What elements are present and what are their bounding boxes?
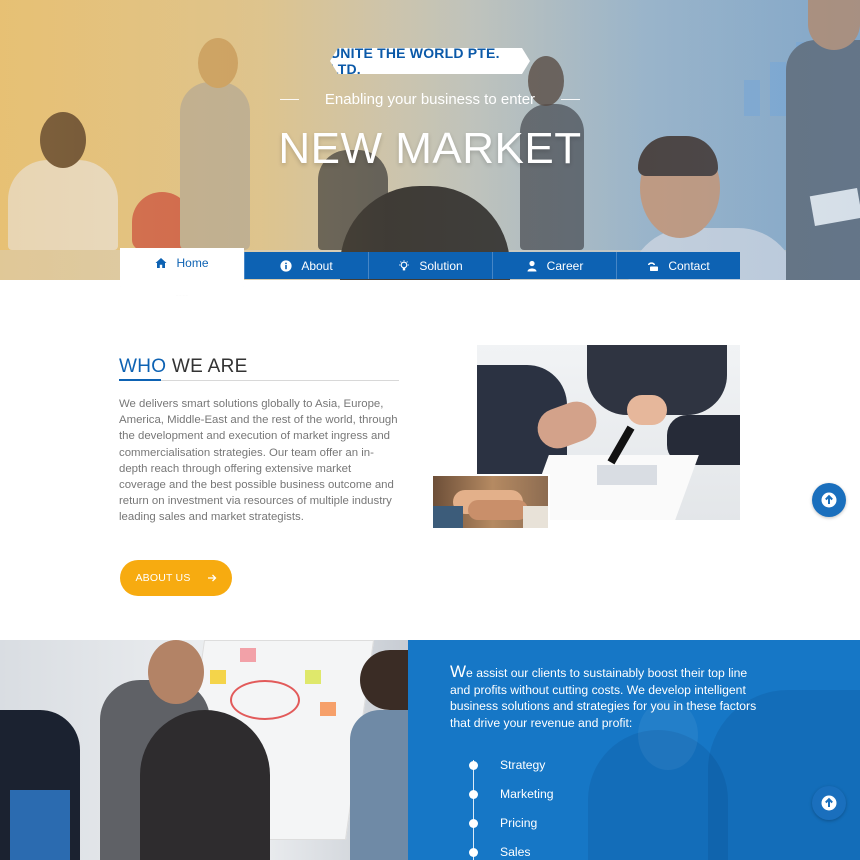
factor-label: Strategy xyxy=(500,758,546,772)
about-us-label: ABOUT US xyxy=(135,572,191,584)
info-icon xyxy=(280,259,292,272)
heading-divider xyxy=(119,380,399,381)
home-icon xyxy=(155,257,167,269)
nav-label: Contact xyxy=(668,258,710,273)
factor-label: Pricing xyxy=(500,816,538,830)
section-heading-who-we-are: WHO WE ARE xyxy=(119,356,248,378)
brand-logo[interactable]: UNITE THE WORLD PTE. LTD. xyxy=(330,48,530,74)
arrow-up-icon xyxy=(821,492,837,508)
assist-panel: We assist our clients to sustainably boo… xyxy=(408,640,860,860)
arrow-right-icon xyxy=(207,574,216,582)
factor-item: Pricing xyxy=(469,816,537,830)
factor-label: Sales xyxy=(500,845,531,859)
whiteboard-photo xyxy=(0,640,408,860)
nav-label: Solution xyxy=(419,258,463,273)
nav-item-solution[interactable]: Solution xyxy=(368,252,492,279)
nav-item-home[interactable]: Home xyxy=(120,248,244,296)
tagline-text: Enabling your business to enter xyxy=(324,90,536,108)
lightbulb-icon xyxy=(398,259,410,272)
heading-accent: WHO xyxy=(119,356,167,377)
bullet-dot xyxy=(469,760,478,770)
hero-title: NEW MARKET xyxy=(278,124,582,173)
factor-item: Marketing xyxy=(469,787,554,801)
bullet-dot xyxy=(469,789,478,799)
arrow-up-icon xyxy=(821,795,837,811)
scroll-top-button[interactable] xyxy=(812,483,846,517)
heading-divider-accent xyxy=(119,379,161,381)
nav-label: Home xyxy=(176,256,209,270)
tagline-divider xyxy=(280,98,299,100)
tagline-divider xyxy=(561,98,580,100)
teamwork-hands-photo xyxy=(431,474,550,530)
bullet-dot xyxy=(469,847,478,857)
nav-item-about[interactable]: About xyxy=(244,252,368,279)
nav-item-career[interactable]: Career xyxy=(492,252,616,279)
user-icon xyxy=(526,260,538,272)
assist-text: We assist our clients to sustainably boo… xyxy=(450,662,770,731)
main-nav: Home About Solution Career Contact xyxy=(120,248,741,296)
nav-label: Career xyxy=(546,258,584,273)
hero-tagline: Enabling your business to enter xyxy=(280,88,580,110)
nav-item-contact[interactable]: Contact xyxy=(616,252,740,279)
assist-drop-letter: W xyxy=(450,662,467,681)
nav-label: About xyxy=(301,258,333,273)
hero-banner: UNITE THE WORLD PTE. LTD. Enabling your … xyxy=(0,0,860,280)
contact-icon xyxy=(647,260,659,272)
about-us-button[interactable]: ABOUT US xyxy=(120,560,232,596)
who-we-are-text: We delivers smart solutions globally to … xyxy=(119,398,398,524)
factor-item: Sales xyxy=(469,845,531,859)
heading-rest: WE ARE xyxy=(166,356,248,377)
scroll-top-button[interactable] xyxy=(812,786,846,820)
bullet-dot xyxy=(469,818,478,828)
assist-text-body: e assist our clients to sustainably boos… xyxy=(450,666,757,730)
factor-label: Marketing xyxy=(500,787,554,801)
factor-item: Strategy xyxy=(469,758,545,772)
